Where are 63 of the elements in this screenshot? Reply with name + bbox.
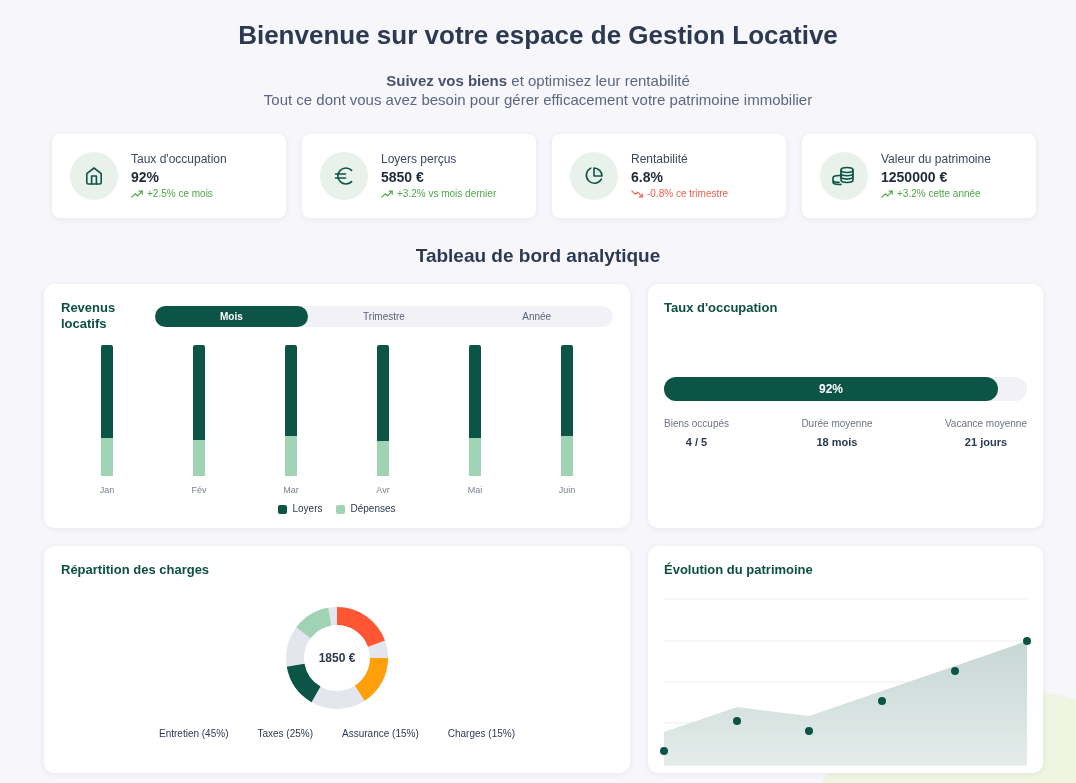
stat-label: Valeur du patrimoine bbox=[881, 151, 991, 167]
expense-bar bbox=[101, 438, 113, 476]
metric-label: Biens occupés bbox=[664, 417, 730, 431]
data-point bbox=[805, 727, 813, 735]
period-tab[interactable]: Mois bbox=[155, 305, 308, 327]
stat-change: +2.5% ce mois bbox=[147, 187, 213, 201]
stat-change: +3.2% vs mois dernier bbox=[397, 187, 497, 201]
data-point bbox=[878, 697, 886, 705]
card-title: Taux d'occupation bbox=[664, 300, 779, 316]
stat-label: Taux d'occupation bbox=[131, 151, 227, 167]
stat-value: 1250000 € bbox=[881, 168, 948, 187]
stat-label: Rentabilité bbox=[631, 151, 688, 167]
subtitle: Suivez vos biens et optimisez leur rentabilité bbox=[385, 71, 691, 90]
period-tab[interactable]: Année bbox=[460, 305, 613, 327]
legend-label: Assurance (15%) bbox=[342, 727, 419, 741]
month-label: Fév bbox=[191, 484, 207, 497]
metric-value: 4 / 5 bbox=[685, 435, 708, 450]
progress-label: 92% bbox=[818, 381, 843, 397]
expense-bar bbox=[193, 440, 205, 476]
legend-label: Entretien (45%) bbox=[159, 727, 229, 741]
data-point bbox=[1023, 637, 1031, 645]
euro-icon bbox=[320, 152, 368, 200]
card-title: Revenus locatifs bbox=[61, 300, 117, 332]
donut-slice bbox=[354, 658, 388, 701]
legend-label: Loyers bbox=[292, 502, 323, 516]
period-tab[interactable]: Trimestre bbox=[307, 305, 461, 327]
expense-bar bbox=[285, 436, 297, 476]
section-title: Tableau de bord analytique bbox=[414, 244, 662, 268]
legend-label: Dépenses bbox=[350, 502, 396, 516]
card-title: Évolution du patrimoine bbox=[664, 562, 814, 578]
donut-slice bbox=[337, 607, 385, 647]
metric-label: Durée moyenne bbox=[801, 417, 873, 431]
legend-label: Charges (15%) bbox=[447, 727, 515, 741]
house-icon bbox=[70, 152, 118, 200]
month-label: Mar bbox=[283, 484, 299, 497]
month-label: Mai bbox=[467, 484, 483, 497]
pie-chart-icon bbox=[570, 152, 618, 200]
expense-bar bbox=[377, 441, 389, 476]
stat-value: 5850 € bbox=[381, 168, 424, 187]
page-title: Bienvenue sur votre espace de Gestion Locative bbox=[237, 19, 839, 51]
tagline: Tout ce dont vous avez besoin pour gérer efficacement votre patrimoine immobilier bbox=[262, 90, 814, 109]
month-label: Juin bbox=[558, 484, 576, 497]
donut-total: 1850 € bbox=[318, 650, 356, 666]
metric-label: Vacance moyenne bbox=[944, 417, 1027, 431]
stat-label: Loyers perçus bbox=[381, 151, 457, 167]
coins-icon bbox=[820, 152, 868, 200]
stat-change: -0.8% ce trimestre bbox=[647, 187, 729, 201]
data-point bbox=[951, 667, 959, 675]
data-point bbox=[733, 717, 741, 725]
expense-bar bbox=[561, 436, 573, 476]
donut-slice bbox=[296, 607, 332, 639]
donut-slice bbox=[286, 663, 321, 703]
card-title: Répartition des charges bbox=[61, 562, 211, 578]
expense-bar bbox=[469, 438, 481, 476]
month-label: Jan bbox=[99, 484, 115, 497]
legend-label: Taxes (25%) bbox=[257, 727, 314, 741]
stat-change: +3.2% cette année bbox=[897, 187, 981, 201]
stat-value: 6.8% bbox=[631, 168, 663, 187]
metric-value: 18 mois bbox=[816, 435, 858, 450]
stat-value: 92% bbox=[131, 168, 160, 187]
data-point bbox=[660, 747, 668, 755]
month-label: Avr bbox=[376, 484, 390, 497]
metric-value: 21 jours bbox=[964, 435, 1008, 450]
